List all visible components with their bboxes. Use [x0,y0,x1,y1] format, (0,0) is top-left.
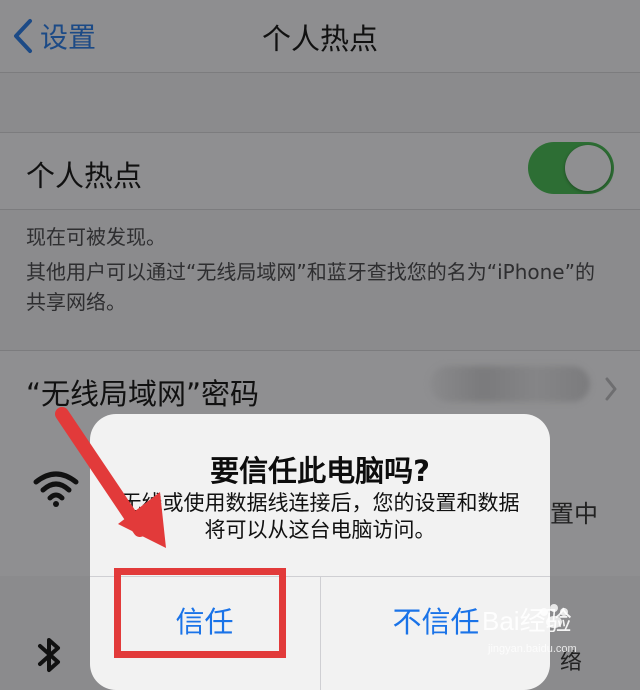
alert-title: 要信任此电脑吗? [210,454,430,488]
toggle-knob [565,145,611,191]
navigation-bar: 设置 个人热点 [0,0,640,73]
distrust-button-label: 不信任 [392,605,480,639]
wifi-password-label: “无线局域网”密码 [26,377,260,411]
bluetooth-icon [38,638,60,672]
chevron-right-icon [605,377,617,401]
hotspot-description: 其他用户可以通过“无线局域网”和蓝牙查找您的名为“iPhone”的共享网络。 [26,260,595,314]
settings-screen: 设置 个人热点 个人热点 现在可被发现。 其他用户可以通过“无线局域网”和蓝牙查… [0,0,640,690]
hotspot-label: 个人热点 [26,159,143,193]
highlight-box [114,568,286,658]
watermark-text: Bai经验 [482,606,572,636]
baidu-watermark: Bai经验 jingyan.baidu.com [482,600,632,660]
page-title: 个人热点 [261,22,378,56]
wifi-icon [33,471,79,507]
wifi-side-text: 置中 [550,500,598,528]
paw-logo-icon: Bai经验 jingyan.baidu.com [482,604,577,655]
hotspot-toggle[interactable] [528,142,614,194]
alert-message: 无线或使用数据线连接后，您的设置和数据将可以从这台电脑访问。 [120,491,520,542]
password-value-blurred [430,366,590,402]
discoverable-text: 现在可被发现。 [26,225,166,249]
svg-text:jingyan.baidu.com: jingyan.baidu.com [487,643,577,655]
